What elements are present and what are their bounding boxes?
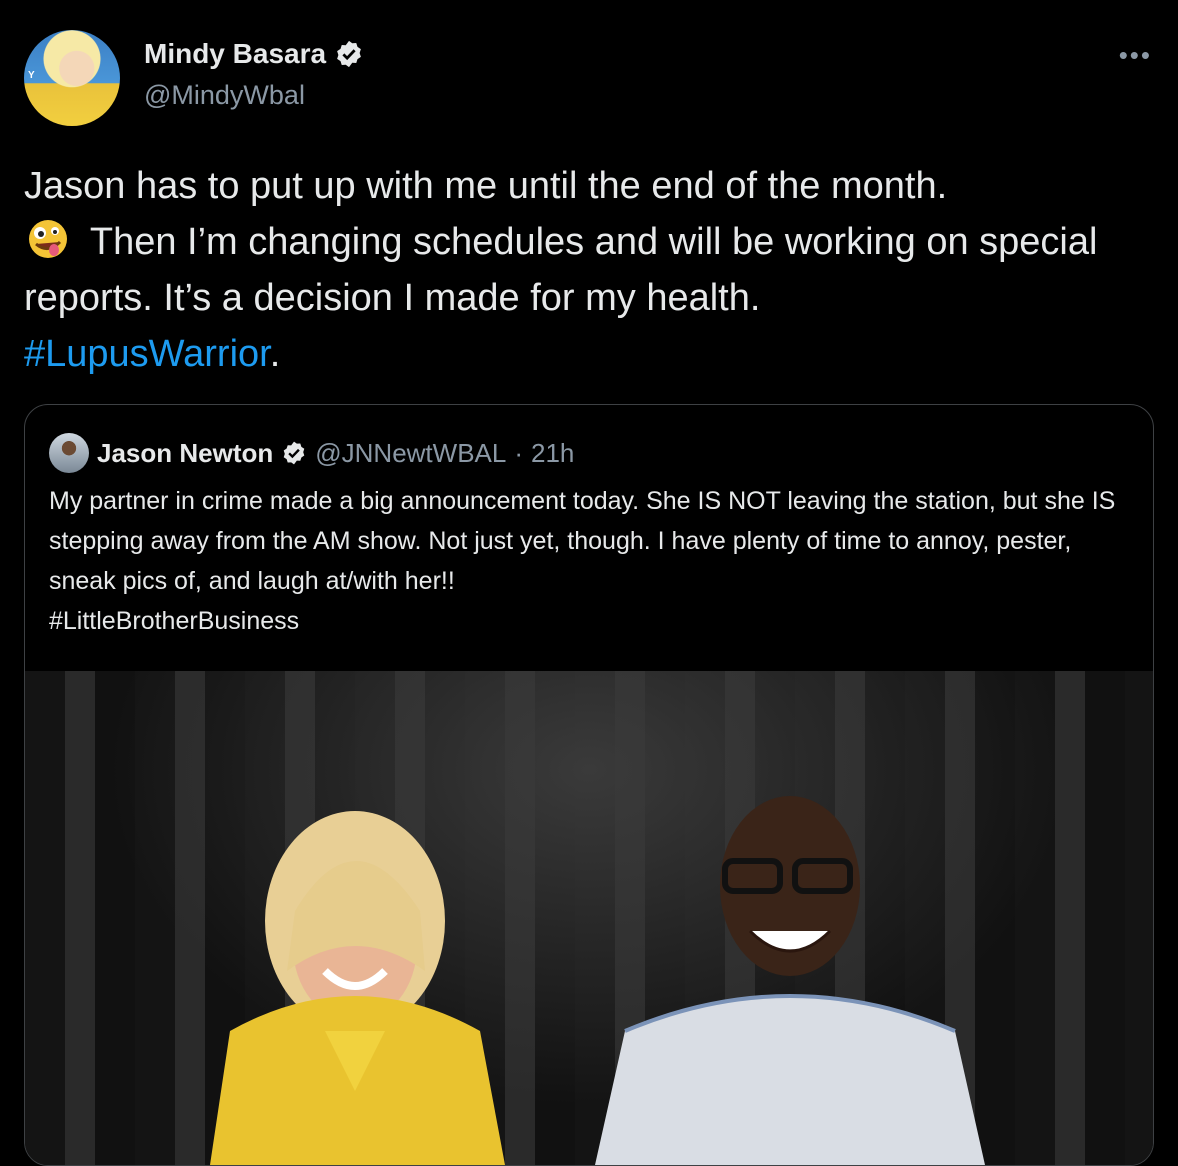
photo-illustration (210, 796, 985, 1165)
quoted-tweet-text: My partner in crime made a big announcem… (49, 481, 1139, 641)
verified-badge-icon (283, 441, 305, 465)
author-handle[interactable]: @MindyWbal (144, 80, 305, 111)
quoted-tweet-photo[interactable] (25, 671, 1153, 1165)
more-horizontal-icon[interactable]: ••• (1119, 40, 1152, 71)
tweet-text: Jason has to put up with me until the en… (24, 158, 1164, 382)
quoted-tweet-time[interactable]: 21h (531, 438, 574, 469)
tweet-text-line1: Jason has to put up with me until the en… (24, 165, 948, 207)
quoted-author-avatar[interactable] (49, 433, 89, 473)
author-name-row[interactable]: Mindy Basara (144, 38, 364, 70)
verified-badge-icon (337, 40, 361, 68)
avatar-tag: Y (28, 70, 35, 81)
author-avatar[interactable]: Y (24, 30, 120, 126)
zany-face-icon (29, 220, 67, 258)
tweet-text-line2: Then I’m changing schedules and will be … (24, 221, 1098, 319)
tweet-trail: . (269, 333, 281, 375)
quoted-tweet[interactable]: Jason Newton @JNNewtWBAL · 21h My partne… (24, 404, 1154, 1166)
hashtag-link[interactable]: #LupusWarrior (24, 333, 270, 375)
meta-separator: · (514, 437, 524, 468)
author-name[interactable]: Mindy Basara (144, 38, 326, 70)
quoted-hashtag[interactable]: #LittleBrotherBusiness (49, 607, 299, 635)
quoted-tweet-header: Jason Newton @JNNewtWBAL · 21h (49, 433, 574, 473)
quoted-tweet-body: My partner in crime made a big announcem… (49, 487, 1116, 595)
quoted-author-name[interactable]: Jason Newton (97, 438, 273, 469)
quoted-author-handle[interactable]: @JNNewtWBAL (315, 438, 506, 469)
